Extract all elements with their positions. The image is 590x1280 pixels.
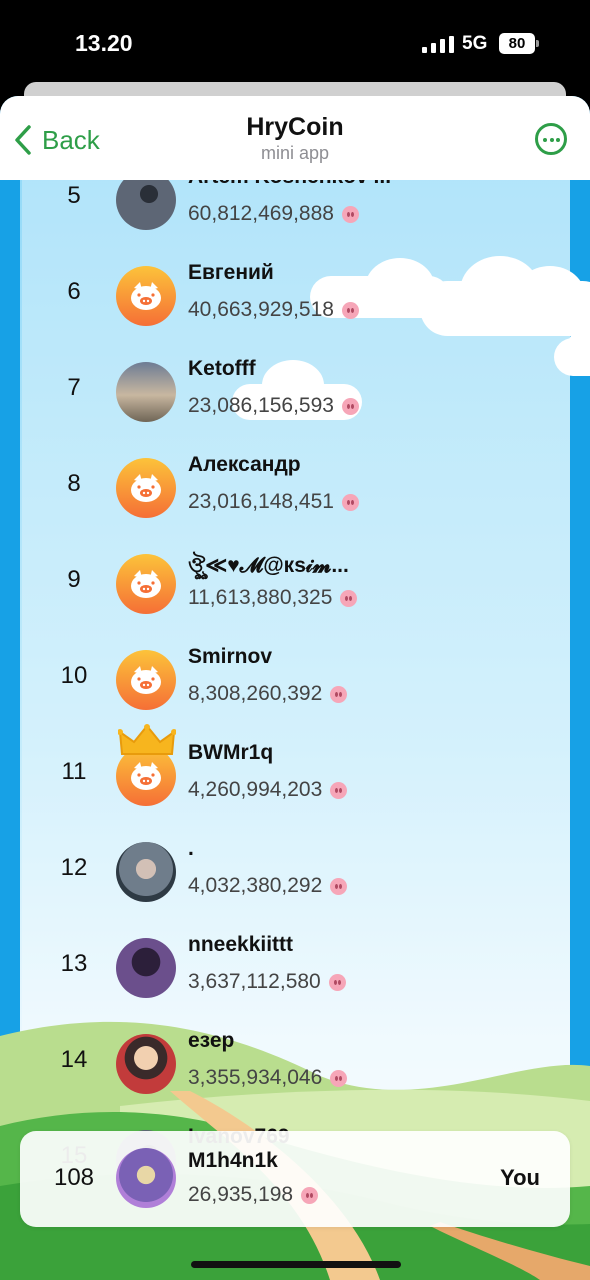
pig-avatar-icon [116,650,176,710]
pig-coin-icon [341,493,359,511]
current-user-card[interactable]: 108 M1h4n1k 26,935,198 You [20,1131,570,1227]
row-score: 3,637,112,580 [188,970,346,994]
user-avatar [116,1034,176,1094]
leaderboard-row[interactable]: 14 езер 3,355,934,046 [0,1016,590,1112]
row-rank: 9 [67,566,81,593]
status-bar: 13.20 5G 80 [0,0,590,92]
score-value: 4,260,994,203 [188,778,323,801]
user-avatar [116,938,176,998]
row-rank: 11 [61,758,87,785]
pig-avatar-icon [116,266,176,326]
status-time: 13.20 [75,30,133,56]
row-rank: 14 [60,1046,88,1073]
score-value: 4,032,380,292 [188,874,323,897]
pig-coin-icon [340,589,358,607]
pig-coin-icon [328,973,346,991]
score-value: 3,637,112,580 [188,970,321,993]
you-label: You [500,1165,540,1190]
row-score: 4,032,380,292 [188,874,348,898]
score-value: 23,016,148,451 [188,490,334,513]
row-rank: 10 [60,662,88,689]
leaderboard-row[interactable]: 8 Александр 23,016,148,451 [0,440,590,536]
pig-coin-icon [330,781,348,799]
self-score: 26,935,198 [188,1183,319,1207]
row-username: ঔৣ≪♥𝓜@кѕ𝒾𝓶... [188,554,349,577]
row-username: . [188,837,194,860]
score-value: 11,613,880,325 [188,586,333,609]
app-title: HryCoin [246,113,344,141]
leaderboard-row[interactable]: 12 . 4,032,380,292 [0,824,590,920]
user-avatar [116,842,176,902]
leaderboard-row[interactable]: 9 ঔৣ≪♥𝓜@кѕ𝒾𝓶... 11,613,880,325 [0,536,590,632]
pig-avatar-icon [116,554,176,614]
leaderboard-row[interactable]: 13 nneekkiittt 3,637,112,580 [0,920,590,1016]
pig-avatar-icon [116,458,176,518]
signal-icon [422,36,454,53]
network-type: 5G [462,33,488,54]
leaderboard-row[interactable]: 6 Евгений 40,663,929,518 [0,248,590,344]
score-value: 40,663,929,518 [188,298,334,321]
row-rank: 12 [60,854,88,881]
row-score: 4,260,994,203 [188,778,348,802]
pig-coin-icon [341,397,359,415]
score-value: 8,308,260,392 [188,682,323,705]
leaderboard-row[interactable]: 10 Smirnov 8,308,260,392 [0,632,590,728]
self-rank: 108 [53,1164,95,1191]
more-options-button[interactable] [535,123,567,155]
user-avatar [116,1148,176,1208]
pig-coin-icon [330,685,348,703]
row-rank: 13 [60,950,88,977]
user-avatar [116,362,176,422]
row-username: nneekkiittt [188,933,294,956]
row-rank: 7 [67,374,81,401]
row-username: езер [188,1029,235,1052]
row-rank: 8 [67,470,81,497]
pig-coin-icon [330,1069,348,1087]
score-value: 23,086,156,593 [188,394,334,417]
score-value: 60,812,469,888 [188,202,334,225]
leaderboard-row[interactable]: 11 BWMr1q 4,260,994,203 [0,724,590,824]
row-score: 11,613,880,325 [188,586,358,610]
row-score: 3,355,934,046 [188,1066,348,1090]
row-score: 8,308,260,392 [188,682,348,706]
pig-coin-icon [330,877,348,895]
row-username: Ketofff [188,357,256,380]
row-score: 60,812,469,888 [188,202,359,226]
self-username: M1h4n1k [188,1149,278,1172]
score-value: 26,935,198 [188,1183,294,1206]
home-indicator[interactable] [191,1261,401,1268]
row-rank: 6 [67,278,81,305]
pig-coin-icon [301,1186,319,1204]
row-score: 40,663,929,518 [188,298,359,322]
pig-coin-icon [341,301,359,319]
row-username: Smirnov [188,645,273,668]
row-score: 23,086,156,593 [188,394,359,418]
row-rank: 5 [67,182,81,209]
row-score: 23,016,148,451 [188,490,359,514]
app-subtitle: mini app [260,143,330,163]
pig-coin-icon [341,205,359,223]
row-username: BWMr1q [188,741,274,764]
crown-icon [118,724,176,755]
battery-icon: 80 [499,33,539,54]
row-username: Александр [188,453,301,476]
leaderboard-row[interactable]: 7 Ketofff 23,086,156,593 [0,344,590,440]
row-username: Евгений [188,261,274,284]
score-value: 3,355,934,046 [188,1066,323,1089]
